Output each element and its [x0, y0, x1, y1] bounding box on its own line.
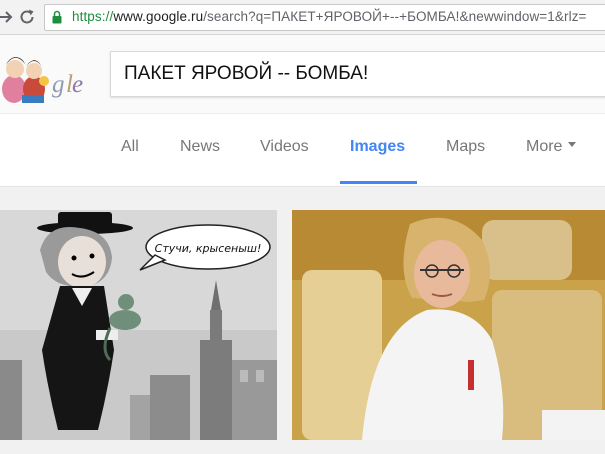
- browser-toolbar: https://www.google.ru/search?q=ПАКЕТ+ЯРО…: [0, 0, 605, 35]
- image-result-photo[interactable]: [292, 210, 605, 440]
- svg-text:e: e: [72, 71, 83, 98]
- search-query-text[interactable]: ПАКЕТ ЯРОВОЙ -- БОМБА!: [124, 63, 368, 85]
- image-result-cartoon[interactable]: Стучи, крысеныш!: [0, 210, 277, 440]
- search-header: g l e ПАКЕТ ЯРОВОЙ -- БОМБА!: [0, 35, 605, 114]
- tab-more-label: More: [526, 138, 563, 155]
- search-input[interactable]: ПАКЕТ ЯРОВОЙ -- БОМБА!: [110, 51, 605, 97]
- tab-images[interactable]: Images: [350, 138, 405, 156]
- cartoon-caption: Стучи, крысеныш!: [155, 242, 262, 255]
- tab-news[interactable]: News: [180, 138, 220, 156]
- search-tabs: All News Videos Images Maps More: [0, 114, 605, 187]
- tab-maps[interactable]: Maps: [446, 138, 485, 156]
- address-bar[interactable]: https://www.google.ru/search?q=ПАКЕТ+ЯРО…: [44, 4, 605, 31]
- reload-icon[interactable]: [17, 7, 37, 27]
- tab-more[interactable]: More: [526, 138, 577, 156]
- active-tab-indicator: [340, 181, 417, 184]
- url-text[interactable]: https://www.google.ru/search?q=ПАКЕТ+ЯРО…: [72, 9, 587, 24]
- caret-down-icon: [568, 142, 577, 148]
- google-doodle-logo[interactable]: g l e: [0, 45, 92, 109]
- tab-all[interactable]: All: [121, 138, 139, 156]
- lock-icon: [52, 10, 62, 24]
- svg-text:g: g: [52, 71, 65, 98]
- url-host: www.google.ru: [113, 9, 204, 24]
- google-logo-text: g l e: [52, 71, 83, 98]
- url-scheme: https://: [72, 9, 114, 24]
- url-path: /search?q=ПАКЕТ+ЯРОВОЙ+--+БОМБА!&newwind…: [203, 9, 587, 24]
- arrow-right-icon[interactable]: [0, 7, 16, 27]
- image-results: Стучи, крысеныш!: [0, 187, 605, 454]
- tab-videos[interactable]: Videos: [260, 138, 309, 156]
